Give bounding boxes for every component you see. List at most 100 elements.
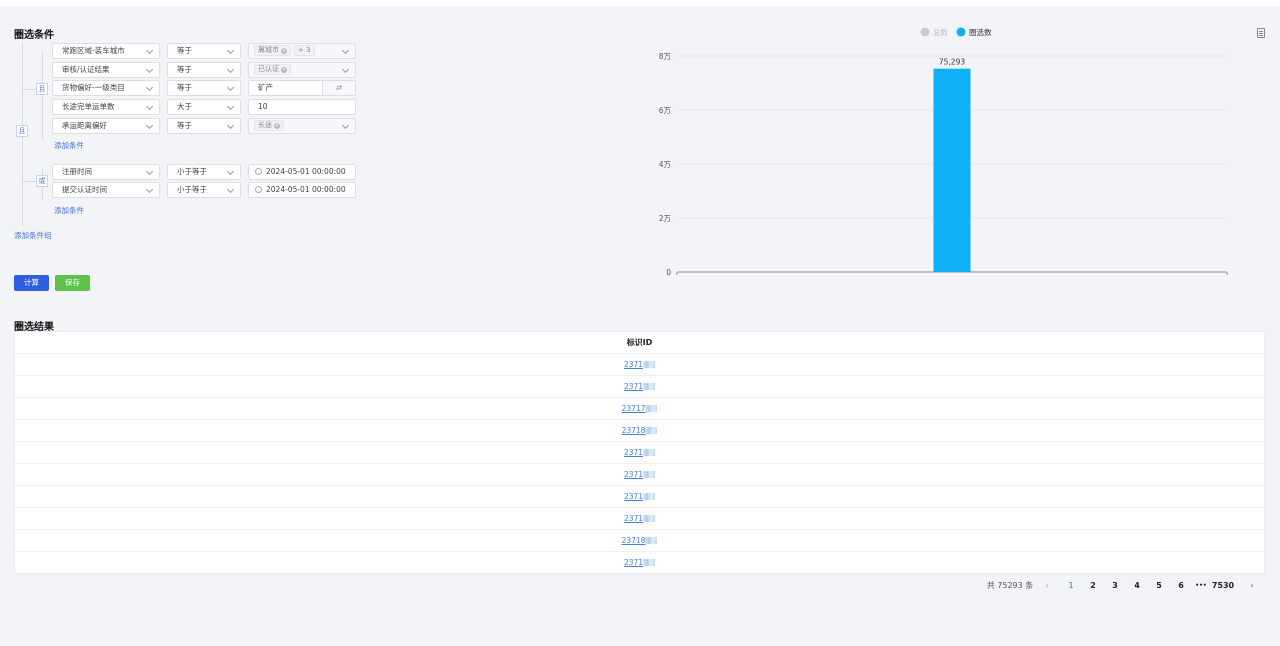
chevron-down-icon bbox=[146, 103, 153, 110]
date-picker[interactable]: 2024-05-01 00:00:00 bbox=[248, 182, 356, 198]
field-select[interactable]: 货物偏好-一级类目 bbox=[52, 80, 160, 96]
field-label: 长途完单运单数 bbox=[62, 102, 115, 111]
value-tag: + 3 bbox=[294, 45, 315, 56]
value-select[interactable]: 冀城市×+ 3 bbox=[248, 43, 356, 59]
id-link[interactable]: 23718 bbox=[622, 536, 658, 545]
operator-select[interactable]: 等于 bbox=[167, 43, 241, 59]
swap-button[interactable]: ⇄ bbox=[322, 80, 356, 96]
table-row: 23718 bbox=[15, 530, 1264, 552]
close-icon[interactable]: × bbox=[274, 123, 280, 129]
add-group-link[interactable]: 添加条件组 bbox=[14, 230, 52, 241]
id-link[interactable]: 2371 bbox=[624, 470, 655, 479]
id-link[interactable]: 2371 bbox=[624, 448, 655, 457]
y-tick-label: 2万 bbox=[659, 214, 672, 223]
table-row: 2371 bbox=[15, 552, 1264, 574]
calc-button[interactable]: 计算 bbox=[14, 275, 49, 291]
field-label: 提交认证时间 bbox=[62, 185, 107, 194]
masked-id bbox=[643, 515, 655, 522]
group1-logic-toggle[interactable]: 且 bbox=[36, 83, 48, 95]
id-text: 2371 bbox=[624, 558, 643, 567]
outer-logic-toggle[interactable]: 且 bbox=[16, 125, 28, 137]
operator-select[interactable]: 大于 bbox=[167, 99, 241, 115]
id-link[interactable]: 2371 bbox=[624, 558, 655, 567]
page-3[interactable]: 3 bbox=[1106, 578, 1124, 594]
field-select[interactable]: 审核/认证结果 bbox=[52, 62, 160, 78]
pagination-next-icon[interactable]: › bbox=[1245, 578, 1259, 594]
page-last[interactable]: 7530 bbox=[1210, 578, 1236, 594]
table-row: 23717 bbox=[15, 398, 1264, 420]
page-6[interactable]: 6 bbox=[1172, 578, 1190, 594]
page-2[interactable]: 2 bbox=[1084, 578, 1102, 594]
filter-title: 圈选条件 bbox=[14, 26, 54, 41]
clock-icon bbox=[255, 168, 262, 175]
operator-select[interactable]: 等于 bbox=[167, 62, 241, 78]
value-tag: 已认证× bbox=[254, 64, 291, 75]
group2-branch bbox=[22, 181, 36, 182]
chevron-down-icon bbox=[342, 47, 349, 54]
field-select[interactable]: 提交认证时间 bbox=[52, 182, 160, 198]
value-input[interactable]: 10 bbox=[248, 99, 356, 115]
id-link[interactable]: 2371 bbox=[624, 360, 655, 369]
chevron-down-icon bbox=[227, 84, 234, 91]
page-5[interactable]: 5 bbox=[1150, 578, 1168, 594]
value-select[interactable]: 已认证× bbox=[248, 62, 356, 78]
field-select[interactable]: 承运距离偏好 bbox=[52, 118, 160, 134]
value-input[interactable]: 矿产 bbox=[248, 80, 323, 96]
chevron-down-icon bbox=[227, 47, 234, 54]
masked-id bbox=[643, 471, 655, 478]
chevron-down-icon bbox=[342, 66, 349, 73]
bar bbox=[934, 69, 971, 272]
id-text: 23718 bbox=[622, 426, 646, 435]
y-tick-label: 6万 bbox=[659, 106, 672, 115]
id-link[interactable]: 23718 bbox=[622, 426, 658, 435]
table-row: 2371 bbox=[15, 486, 1264, 508]
field-label: 审核/认证结果 bbox=[62, 65, 110, 74]
legend-marker bbox=[957, 28, 966, 37]
page-1[interactable]: 1 bbox=[1062, 578, 1080, 594]
id-link[interactable]: 2371 bbox=[624, 492, 655, 501]
operator-select[interactable]: 小于等于 bbox=[167, 164, 241, 180]
table-row: 2371 bbox=[15, 508, 1264, 530]
chevron-down-icon bbox=[146, 47, 153, 54]
chevron-down-icon bbox=[146, 186, 153, 193]
group1-add-condition-link[interactable]: 添加条件 bbox=[54, 140, 84, 151]
y-tick-label: 4万 bbox=[659, 160, 672, 169]
field-select[interactable]: 常跑区域-装车城市 bbox=[52, 43, 160, 59]
legend-label: 圈选数 bbox=[969, 27, 992, 37]
operator-label: 等于 bbox=[177, 121, 192, 130]
group2-add-condition-link[interactable]: 添加条件 bbox=[54, 205, 84, 216]
field-select[interactable]: 长途完单运单数 bbox=[52, 99, 160, 115]
masked-id bbox=[643, 383, 655, 390]
field-select[interactable]: 注册时间 bbox=[52, 164, 160, 180]
save-button[interactable]: 保存 bbox=[55, 275, 90, 291]
operator-select[interactable]: 小于等于 bbox=[167, 182, 241, 198]
operator-select[interactable]: 等于 bbox=[167, 118, 241, 134]
operator-select[interactable]: 等于 bbox=[167, 80, 241, 96]
id-link[interactable]: 23717 bbox=[622, 404, 658, 413]
id-link[interactable]: 2371 bbox=[624, 382, 655, 391]
operator-label: 小于等于 bbox=[177, 185, 207, 194]
value-select[interactable]: 长途× bbox=[248, 118, 356, 134]
value-tag-label: 长途 bbox=[258, 121, 272, 129]
chevron-down-icon bbox=[227, 122, 234, 129]
field-label: 常跑区域-装车城市 bbox=[62, 46, 125, 55]
masked-id bbox=[643, 449, 655, 456]
id-text: 2371 bbox=[624, 382, 643, 391]
page-4[interactable]: 4 bbox=[1128, 578, 1146, 594]
id-text: 2371 bbox=[624, 514, 643, 523]
close-icon[interactable]: × bbox=[281, 67, 287, 73]
pagination-ellipsis[interactable]: ••• bbox=[1192, 578, 1210, 594]
y-tick-label: 0 bbox=[666, 268, 671, 277]
document-icon[interactable] bbox=[1257, 28, 1265, 38]
operator-label: 等于 bbox=[177, 46, 192, 55]
table-row: 2371 bbox=[15, 442, 1264, 464]
date-value: 2024-05-01 00:00:00 bbox=[266, 167, 346, 176]
group2-logic-toggle[interactable]: 或 bbox=[36, 175, 48, 187]
chevron-down-icon bbox=[227, 66, 234, 73]
id-link[interactable]: 2371 bbox=[624, 514, 655, 523]
value-text: 10 bbox=[258, 102, 268, 111]
close-icon[interactable]: × bbox=[281, 48, 287, 54]
date-picker[interactable]: 2024-05-01 00:00:00 bbox=[248, 164, 356, 180]
value-tag-label: + 3 bbox=[298, 46, 311, 54]
pagination-prev-icon[interactable]: ‹ bbox=[1040, 578, 1054, 594]
